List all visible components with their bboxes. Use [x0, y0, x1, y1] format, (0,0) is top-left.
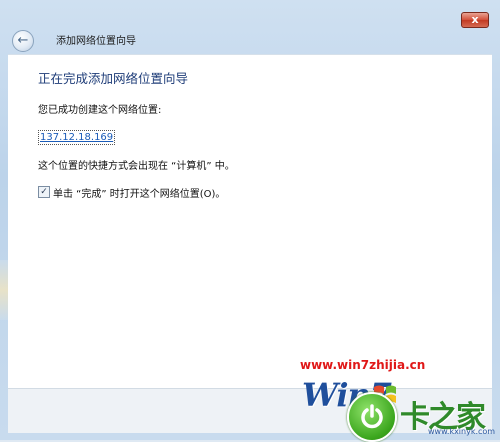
- back-arrow-icon: ←: [17, 33, 29, 48]
- back-button[interactable]: ←: [12, 30, 34, 52]
- window-title: 添加网络位置向导: [56, 36, 136, 47]
- watermark-url: www.win7zhijia.cn: [300, 358, 426, 372]
- open-location-label[interactable]: 单击 “完成” 时打开这个网络位置(O)。: [53, 185, 225, 200]
- network-location-link[interactable]: 137.12.18.169: [38, 130, 116, 145]
- shortcut-info: 这个位置的快捷方式会出现在 “计算机” 中。: [38, 161, 235, 172]
- site-url: www.kxinyk.com: [428, 427, 496, 436]
- wizard-header: ← 添加网络位置向导: [8, 26, 492, 54]
- page-title: 正在完成添加网络位置向导: [38, 71, 189, 86]
- background-strip: [0, 260, 8, 320]
- power-icon: [361, 404, 383, 429]
- wizard-content: 正在完成添加网络位置向导 您已成功创建这个网络位置: 137.12.18.169…: [8, 54, 492, 389]
- open-location-checkbox[interactable]: ✓: [38, 186, 50, 198]
- success-message: 您已成功创建这个网络位置:: [38, 105, 162, 116]
- wizard-window: x ← 添加网络位置向导 正在完成添加网络位置向导 您已成功创建这个网络位置: …: [0, 0, 500, 442]
- logo-badge: [347, 392, 397, 442]
